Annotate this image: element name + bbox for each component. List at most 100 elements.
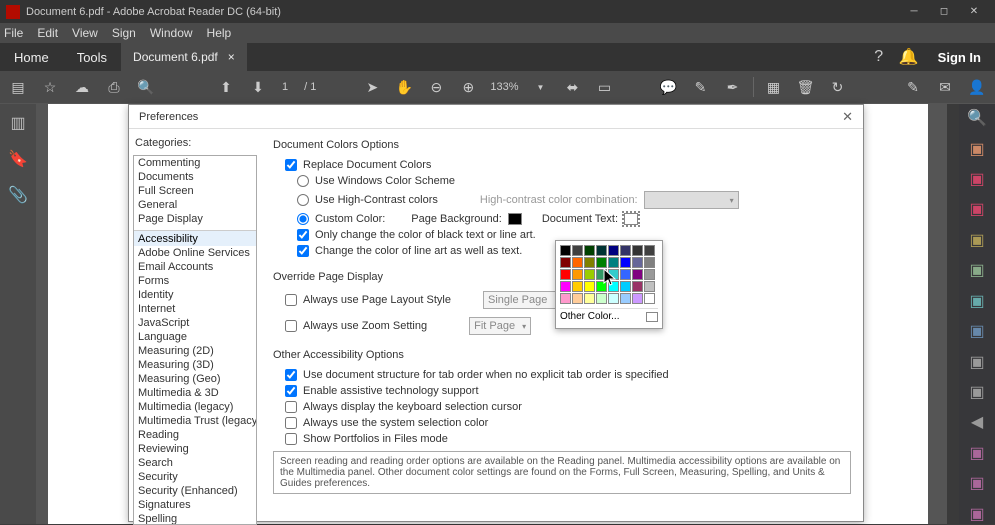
category-item[interactable]: Forms bbox=[134, 274, 256, 288]
zoom-in-icon[interactable]: ⊕ bbox=[456, 75, 480, 99]
color-cell[interactable] bbox=[572, 245, 583, 256]
help-icon[interactable]: ? bbox=[864, 43, 894, 71]
stamp-icon[interactable]: ▦ bbox=[762, 75, 786, 99]
doc-text-swatch[interactable] bbox=[624, 213, 638, 225]
color-cell[interactable] bbox=[620, 281, 631, 292]
category-item[interactable]: Reviewing bbox=[134, 442, 256, 456]
print-icon[interactable]: ⎙ bbox=[102, 75, 126, 99]
menu-window[interactable]: Window bbox=[150, 26, 193, 40]
color-cell[interactable] bbox=[584, 269, 595, 280]
tools-tab[interactable]: Tools bbox=[63, 43, 121, 71]
color-cell[interactable] bbox=[560, 269, 571, 280]
delete-icon[interactable]: 🗑 bbox=[794, 75, 818, 99]
category-item[interactable]: JavaScript bbox=[134, 316, 256, 330]
category-item[interactable]: Measuring (Geo) bbox=[134, 372, 256, 386]
color-cell[interactable] bbox=[632, 293, 643, 304]
export-pdf-icon[interactable]: ▣ bbox=[966, 138, 988, 158]
compress-icon[interactable]: ▣ bbox=[966, 321, 988, 341]
search-find-icon[interactable]: 🔍 bbox=[134, 75, 158, 99]
category-item[interactable]: Identity bbox=[134, 288, 256, 302]
home-tab[interactable]: Home bbox=[0, 43, 63, 71]
profile-icon[interactable]: 👤 bbox=[965, 75, 989, 99]
other-color-button[interactable]: Other Color... bbox=[560, 311, 619, 322]
sign-in-button[interactable]: Sign In bbox=[924, 50, 995, 65]
color-cell[interactable] bbox=[596, 257, 607, 268]
redact-icon[interactable]: ▣ bbox=[966, 351, 988, 371]
category-item[interactable]: Multimedia Trust (legacy) bbox=[134, 414, 256, 428]
category-item[interactable]: Email Accounts bbox=[134, 260, 256, 274]
color-cell[interactable] bbox=[560, 293, 571, 304]
hand-icon[interactable]: ✋ bbox=[392, 75, 416, 99]
fill-sign-icon[interactable]: ▣ bbox=[966, 443, 988, 463]
color-cell[interactable] bbox=[644, 245, 655, 256]
color-cell[interactable] bbox=[572, 269, 583, 280]
menu-view[interactable]: View bbox=[72, 26, 98, 40]
color-cell[interactable] bbox=[620, 269, 631, 280]
zoom-value[interactable]: 133% bbox=[490, 81, 518, 93]
category-item[interactable]: Language bbox=[134, 330, 256, 344]
mail-icon[interactable]: ✉ bbox=[933, 75, 957, 99]
bookmark-icon[interactable]: 🔖 bbox=[7, 148, 29, 170]
edit-icon[interactable]: ✎ bbox=[901, 75, 925, 99]
category-item[interactable]: Documents bbox=[134, 170, 256, 184]
organize-icon[interactable]: ▣ bbox=[966, 291, 988, 311]
category-item[interactable]: Measuring (2D) bbox=[134, 344, 256, 358]
maximize-button[interactable]: ◻ bbox=[929, 0, 959, 23]
sidebar-toggle-icon[interactable]: ▤ bbox=[6, 75, 30, 99]
high-contrast-radio[interactable] bbox=[297, 194, 309, 206]
color-cell[interactable] bbox=[560, 257, 571, 268]
chevron-left-icon[interactable]: ◀ bbox=[966, 412, 988, 432]
rotate-icon[interactable]: ↻ bbox=[826, 75, 850, 99]
category-item[interactable]: Full Screen bbox=[134, 184, 256, 198]
enable-assistive-checkbox[interactable] bbox=[285, 385, 297, 397]
category-item[interactable]: Multimedia & 3D bbox=[134, 386, 256, 400]
color-cell[interactable] bbox=[632, 269, 643, 280]
minimize-button[interactable]: ─ bbox=[899, 0, 929, 23]
thumbnails-icon[interactable]: ▥ bbox=[7, 112, 29, 134]
color-cell[interactable] bbox=[596, 245, 607, 256]
send-for-sign-icon[interactable]: ▣ bbox=[966, 473, 988, 493]
comment-icon[interactable]: 💬 bbox=[657, 75, 681, 99]
replace-colors-checkbox[interactable] bbox=[285, 159, 297, 171]
search-all-icon[interactable]: 🔍 bbox=[966, 108, 988, 128]
edit-pdf-icon[interactable]: ▣ bbox=[966, 169, 988, 189]
windows-scheme-radio[interactable] bbox=[297, 175, 309, 187]
category-item[interactable]: Internet bbox=[134, 302, 256, 316]
color-cell[interactable] bbox=[608, 245, 619, 256]
read-mode-icon[interactable]: ▭ bbox=[593, 75, 617, 99]
menu-file[interactable]: File bbox=[4, 26, 23, 40]
menu-help[interactable]: Help bbox=[207, 26, 232, 40]
category-item[interactable]: Measuring (3D) bbox=[134, 358, 256, 372]
category-item[interactable]: General bbox=[134, 198, 256, 212]
zoom-combo[interactable]: Fit Page▾ bbox=[469, 317, 531, 335]
zoom-dropdown-icon[interactable]: ▼ bbox=[529, 75, 553, 99]
attachment-icon[interactable]: 📎 bbox=[7, 184, 29, 206]
categories-list[interactable]: Commenting Documents Full Screen General… bbox=[133, 155, 257, 525]
page-bg-swatch[interactable] bbox=[508, 213, 522, 225]
category-item[interactable]: Signatures bbox=[134, 498, 256, 512]
color-cell[interactable] bbox=[620, 293, 631, 304]
color-cell[interactable] bbox=[584, 245, 595, 256]
color-cell[interactable] bbox=[608, 281, 619, 292]
page-up-icon[interactable]: ⬆ bbox=[214, 75, 238, 99]
star-icon[interactable]: ☆ bbox=[38, 75, 62, 99]
portfolios-checkbox[interactable] bbox=[285, 433, 297, 445]
category-item[interactable]: Security (Enhanced) bbox=[134, 484, 256, 498]
vertical-scrollbar[interactable] bbox=[947, 104, 959, 524]
color-cell[interactable] bbox=[632, 245, 643, 256]
color-cell[interactable] bbox=[644, 293, 655, 304]
fit-width-icon[interactable]: ⬌ bbox=[561, 75, 585, 99]
color-cell[interactable] bbox=[644, 257, 655, 268]
select-icon[interactable]: ➤ bbox=[360, 75, 384, 99]
color-cell[interactable] bbox=[596, 281, 607, 292]
only-black-checkbox[interactable] bbox=[297, 229, 309, 241]
close-tab-icon[interactable]: × bbox=[228, 50, 235, 64]
color-cell[interactable] bbox=[584, 281, 595, 292]
keyboard-cursor-checkbox[interactable] bbox=[285, 401, 297, 413]
menu-sign[interactable]: Sign bbox=[112, 26, 136, 40]
sign-icon[interactable]: ✒ bbox=[721, 75, 745, 99]
color-cell[interactable] bbox=[584, 257, 595, 268]
category-item[interactable]: Search bbox=[134, 456, 256, 470]
color-cell[interactable] bbox=[560, 281, 571, 292]
color-cell[interactable] bbox=[560, 245, 571, 256]
